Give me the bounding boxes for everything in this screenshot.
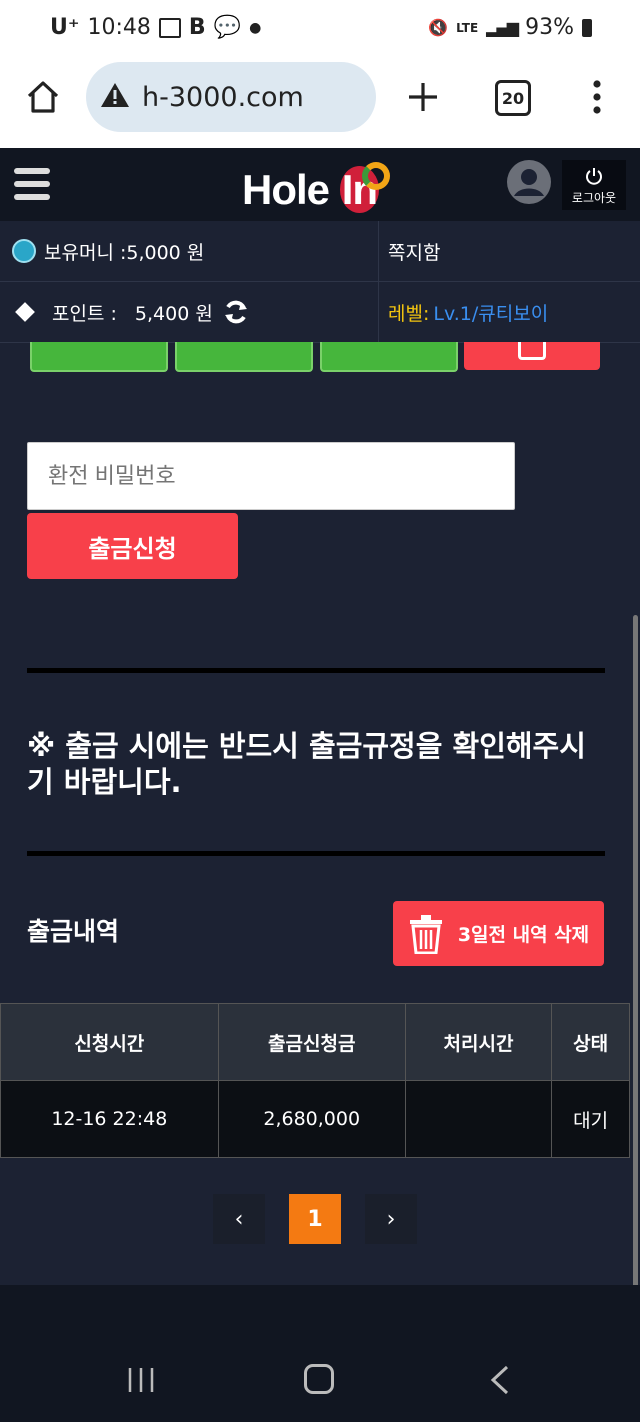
- logo-text: Hole: [242, 166, 340, 213]
- table-header-row: 신청시간 출금신청금 처리시간 상태: [0, 1003, 630, 1081]
- warning-icon[interactable]: [100, 81, 130, 113]
- menu-dots-icon[interactable]: [590, 80, 604, 114]
- mute-icon: 🔇: [428, 18, 449, 37]
- home-icon[interactable]: [26, 80, 60, 114]
- money-row: 보유머니 :5,000 원 쪽지함: [0, 221, 640, 282]
- request-time-cell: 12-16 22:48: [0, 1080, 219, 1158]
- blog-icon: B: [188, 15, 206, 40]
- next-page-button[interactable]: ›: [365, 1194, 417, 1244]
- address-bar[interactable]: h-3000.com: [86, 62, 376, 132]
- diamond-icon: [15, 302, 35, 322]
- chevron-left-icon: ‹: [234, 1206, 244, 1232]
- home-button-icon[interactable]: [304, 1364, 334, 1394]
- amount-button-1[interactable]: [30, 342, 168, 372]
- delete-history-button[interactable]: 3일전 내역 삭제: [393, 901, 604, 966]
- withdraw-history-table: 신청시간 출금신청금 처리시간 상태 12-16 22:48 2,680,000…: [0, 1003, 630, 1158]
- level-label: 레벨:: [388, 302, 430, 325]
- new-tab-icon[interactable]: [406, 80, 440, 114]
- point-value: 5,400 원: [134, 302, 213, 325]
- user-avatar-icon[interactable]: [507, 160, 551, 204]
- divider-bottom: [27, 851, 605, 856]
- withdraw-password-input[interactable]: [27, 442, 515, 510]
- battery-label: 93%: [525, 15, 574, 40]
- url-text[interactable]: h-3000.com: [142, 82, 304, 113]
- carrier-label: U⁺: [50, 15, 80, 40]
- amount-button-3[interactable]: [320, 342, 458, 372]
- image-icon: [158, 17, 181, 38]
- trash-icon: [518, 342, 546, 360]
- system-nav-bar: [0, 1285, 640, 1422]
- scrollbar[interactable]: [633, 615, 638, 1335]
- point-cell: 포인트 : 5,400 원: [0, 282, 379, 342]
- column-header: 처리시간: [404, 1003, 553, 1081]
- point-label: 포인트 :: [52, 302, 117, 325]
- chat-icon: 💬: [213, 15, 242, 40]
- logo-ring-icon: [362, 162, 390, 190]
- battery-icon: [582, 18, 592, 37]
- back-icon[interactable]: [490, 1365, 510, 1395]
- point-row: 포인트 : 5,400 원 레벨: Lv.1/큐티보이: [0, 282, 640, 343]
- recent-apps-icon[interactable]: [127, 1367, 155, 1393]
- dot-icon: ●: [249, 19, 262, 36]
- page-1-button[interactable]: 1: [289, 1194, 341, 1244]
- history-title: 출금내역: [27, 917, 120, 946]
- site-logo[interactable]: Hole In: [242, 162, 390, 214]
- amount-cell: 2,680,000: [217, 1080, 406, 1158]
- page-number: 1: [307, 1206, 323, 1232]
- reset-amount-button[interactable]: [464, 342, 600, 370]
- money-cell: 보유머니 :5,000 원: [0, 221, 379, 281]
- divider-top: [27, 668, 605, 673]
- level-value: Lv.1/큐티보이: [433, 302, 549, 325]
- delete-history-label: 3일전 내역 삭제: [457, 924, 590, 946]
- prev-page-button[interactable]: ‹: [213, 1194, 265, 1244]
- refresh-icon[interactable]: [223, 299, 249, 325]
- clock: 10:48: [87, 15, 151, 40]
- logout-label: 로그아웃: [571, 191, 617, 205]
- column-header: 신청시간: [0, 1003, 219, 1081]
- money-label: 보유머니 :5,000 원: [44, 241, 205, 264]
- chevron-right-icon: ›: [386, 1206, 396, 1232]
- trash-icon: [408, 914, 444, 954]
- table-row: 12-16 22:48 2,680,000 대기: [0, 1080, 630, 1158]
- withdraw-submit-button[interactable]: 출금신청: [27, 513, 238, 579]
- site-header: Hole In 로그아웃: [0, 148, 640, 221]
- tab-switcher-button[interactable]: 20: [495, 80, 531, 116]
- message-box-link[interactable]: 쪽지함: [388, 221, 440, 281]
- level-cell: 레벨: Lv.1/큐티보이: [388, 282, 548, 342]
- status-bar: U⁺ 10:48 B 💬 ● 🔇 LTE ▂▄▆ 93%: [0, 0, 640, 58]
- soccer-ball-icon: [12, 239, 36, 263]
- signal-icon: ▂▄▆: [486, 18, 519, 37]
- processed-time-cell: [404, 1080, 553, 1158]
- message-label: 쪽지함: [388, 241, 441, 264]
- network-label: LTE: [456, 20, 479, 35]
- column-header: 출금신청금: [217, 1003, 406, 1081]
- status-cell: 대기: [551, 1080, 630, 1158]
- column-header: 상태: [551, 1003, 630, 1081]
- withdraw-submit-label: 출금신청: [88, 534, 177, 563]
- logout-button[interactable]: 로그아웃: [562, 160, 626, 210]
- browser-toolbar: h-3000.com 20: [0, 58, 640, 148]
- amount-button-2[interactable]: [175, 342, 313, 372]
- hamburger-menu-icon[interactable]: [14, 168, 50, 202]
- tab-count: 20: [501, 88, 525, 108]
- power-icon: [562, 166, 626, 189]
- withdraw-notice: ※ 출금 시에는 반드시 출금규정을 확인해주시기 바랍니다.: [27, 729, 586, 799]
